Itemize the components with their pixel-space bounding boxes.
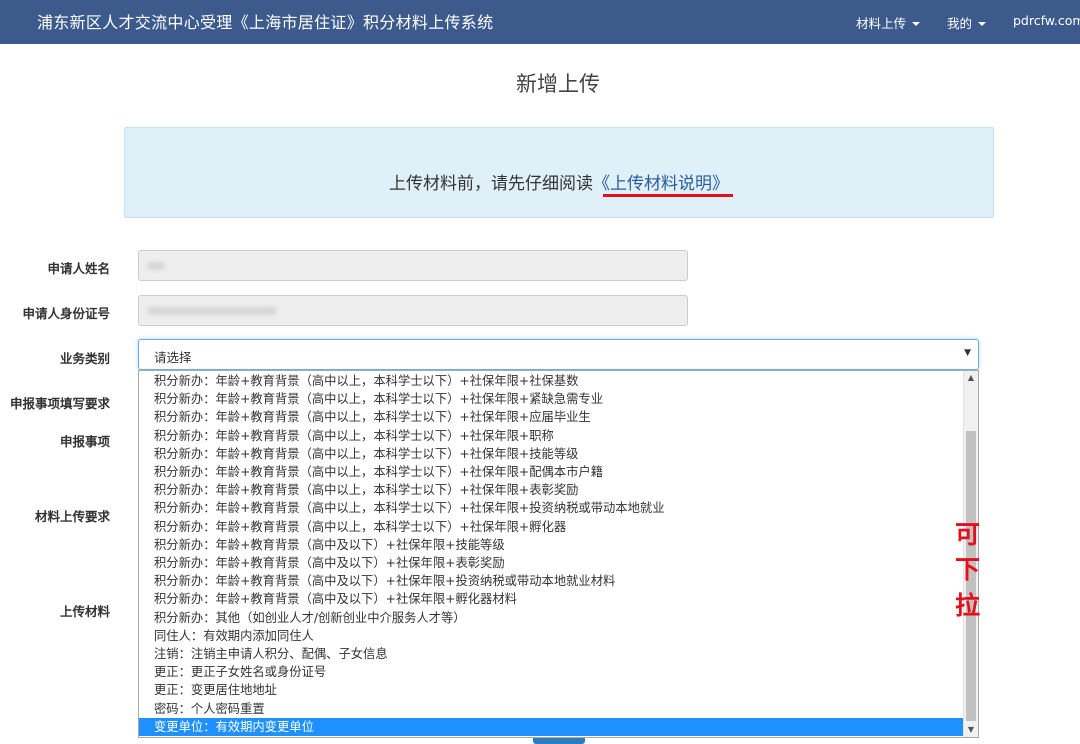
dropdown-option[interactable]: 积分新办：年龄+教育背景（高中以上，本科学士以下）+社保年限+孵化器: [139, 518, 965, 536]
menu-mine-label: 我的: [947, 16, 973, 31]
scroll-up-icon[interactable]: ▲: [964, 371, 978, 385]
notice-prefix: 上传材料前，请先仔细阅读: [389, 174, 593, 194]
notice-box: 上传材料前，请先仔细阅读《上传材料说明》: [124, 127, 994, 218]
red-underline-annotation: [603, 194, 733, 197]
dropdown-option[interactable]: 积分新办：年龄+教育背景（高中及以下）+社保年限+技能等级: [139, 536, 965, 554]
dropdown-option[interactable]: 积分新办：年龄+教育背景（高中以上，本科学士以下）+社保年限+投资纳税或带动本地…: [139, 499, 965, 517]
dropdown-option[interactable]: 同住人：有效期内添加同住人: [139, 627, 965, 645]
menu-upload[interactable]: 材料上传: [856, 13, 921, 32]
label-fill-requirements: 申报事项填写要求: [9, 396, 110, 411]
dropdown-arrow-icon: ▼: [964, 348, 971, 358]
dropdown-option[interactable]: 更正：更正子女姓名或身份证号: [139, 663, 965, 681]
select-value: 请选择: [154, 350, 192, 365]
top-navbar: 浦东新区人才交流中心受理《上海市居住证》积分材料上传系统 材料上传 我的 pdr…: [0, 0, 1080, 44]
id-number-field: [138, 295, 688, 326]
name-field: [138, 250, 688, 281]
caret-down-icon: [912, 22, 921, 26]
label-declaration-item: 申报事项: [59, 434, 110, 449]
dropdown-option[interactable]: 积分新办：年龄+教育背景（高中以上，本科学士以下）+社保年限+职称: [139, 427, 965, 445]
dropdown-option[interactable]: 变更单位：有效期内变更单位: [139, 717, 965, 736]
annotation-char-1: 可: [955, 520, 981, 549]
dropdown-option[interactable]: 积分新办：年龄+教育背景（高中以上，本科学士以下）+社保年限+表彰奖励: [139, 481, 965, 499]
dropdown-option[interactable]: 积分新办：年龄+教育背景（高中及以下）+社保年限+孵化器材料: [139, 590, 965, 608]
label-id-number: 申请人身份证号: [22, 306, 110, 321]
dropdown-option[interactable]: 注销：注销主申请人积分、配偶、子女信息: [139, 645, 965, 663]
redacted-value: [147, 262, 165, 270]
menu-upload-label: 材料上传: [856, 16, 907, 31]
dropdown-option[interactable]: 积分新办：年龄+教育背景（高中及以下）+社保年限+投资纳税或带动本地就业材料: [139, 572, 965, 590]
site-title[interactable]: 浦东新区人才交流中心受理《上海市居住证》积分材料上传系统: [37, 9, 493, 33]
label-upload-requirements: 材料上传要求: [34, 509, 110, 524]
dropdown-option[interactable]: 积分新办：年龄+教育背景（高中以上，本科学士以下）+社保年限+配偶本市户籍: [139, 463, 965, 481]
upload-instructions-link[interactable]: 《上传材料说明》: [593, 174, 729, 194]
dropdown-option[interactable]: 密码：个人密码重置: [139, 700, 965, 718]
scroll-down-icon[interactable]: ▼: [964, 723, 978, 737]
caret-down-icon: [978, 22, 987, 26]
annotation-char-3: 拉: [955, 591, 981, 620]
annotation-char-2: 下: [955, 555, 981, 584]
dropdown-option[interactable]: 积分新办：年龄+教育背景（高中以上，本科学士以下）+社保年限+社保基数: [139, 372, 965, 390]
dropdown-option[interactable]: 更正：变更居住地地址: [139, 681, 965, 699]
business-type-dropdown-list[interactable]: 积分新办：年龄+教育背景（高中以上，本科学士以下）+社保年限+社保基数 积分新办：…: [138, 370, 979, 738]
dropdown-option[interactable]: 积分新办：年龄+教育背景（高中及以下）+社保年限+表彰奖励: [139, 554, 965, 572]
label-business-type: 业务类别: [59, 351, 110, 366]
dropdown-option[interactable]: 积分新办：年龄+教育背景（高中以上，本科学士以下）+社保年限+紧缺急需专业: [139, 390, 965, 408]
business-type-select[interactable]: 请选择 ▼: [138, 339, 979, 370]
label-upload-material: 上传材料: [59, 604, 110, 619]
submit-button[interactable]: [533, 738, 585, 744]
user-link[interactable]: pdrcfw.com: [1013, 13, 1080, 28]
redacted-value: [147, 307, 277, 315]
dropdown-option[interactable]: 积分新办：年龄+教育背景（高中以上，本科学士以下）+社保年限+技能等级: [139, 445, 965, 463]
dropdown-option[interactable]: 积分新办：其他（如创业人才/创新创业中介服务人才等）: [139, 609, 965, 627]
page-title: 新增上传: [516, 72, 600, 96]
menu-mine[interactable]: 我的: [947, 13, 987, 32]
label-name: 申请人姓名: [47, 261, 110, 276]
dropdown-option[interactable]: 积分新办：年龄+教育背景（高中以上，本科学士以下）+社保年限+应届毕业生: [139, 408, 965, 426]
notice-text: 上传材料前，请先仔细阅读《上传材料说明》: [125, 169, 993, 194]
